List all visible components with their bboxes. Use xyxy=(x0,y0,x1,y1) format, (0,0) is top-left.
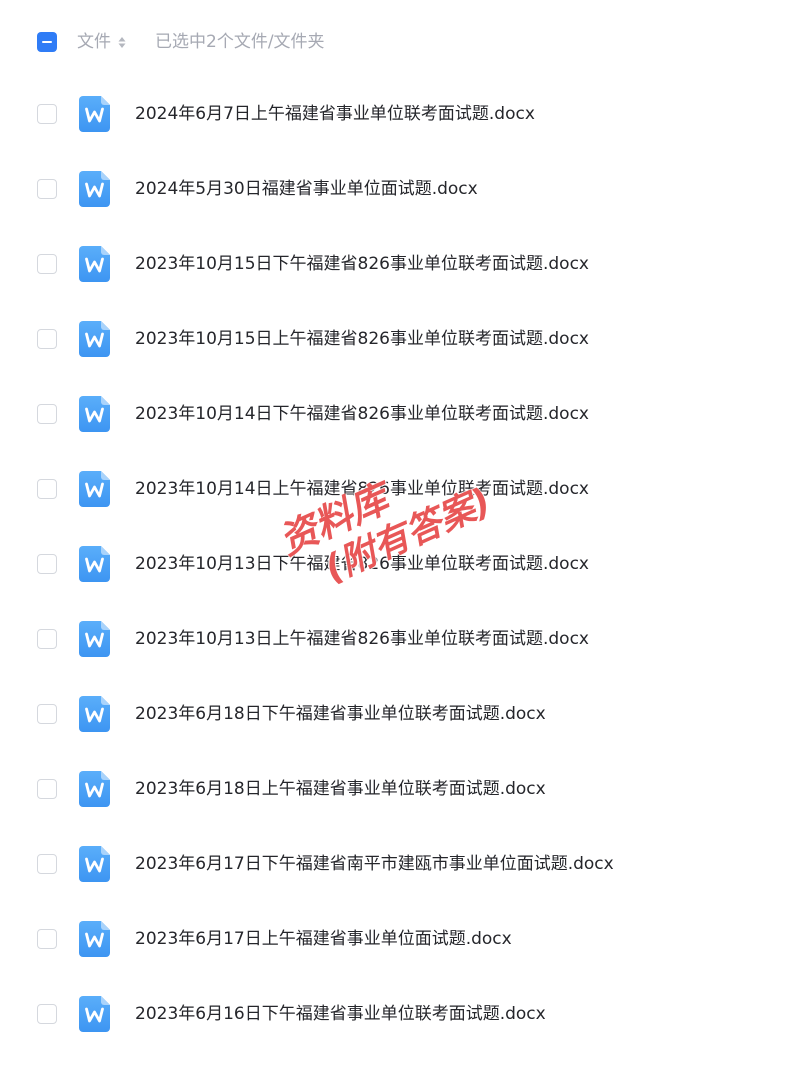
word-doc-icon xyxy=(79,171,110,207)
row-checkbox[interactable] xyxy=(37,404,57,424)
file-row[interactable]: 2023年6月17日上午福建省事业单位面试题.docx xyxy=(0,902,800,977)
file-name[interactable]: 2023年10月13日下午福建省826事业单位联考面试题.docx xyxy=(135,553,589,575)
file-name[interactable]: 2023年6月17日下午福建省南平市建瓯市事业单位面试题.docx xyxy=(135,853,614,875)
sort-icon[interactable] xyxy=(118,36,126,49)
file-name[interactable]: 2023年10月15日上午福建省826事业单位联考面试题.docx xyxy=(135,328,589,350)
row-checkbox[interactable] xyxy=(37,1004,57,1024)
file-name[interactable]: 2024年5月30日福建省事业单位面试题.docx xyxy=(135,178,478,200)
file-row[interactable]: 2023年10月13日下午福建省826事业单位联考面试题.docx xyxy=(0,527,800,602)
word-doc-icon xyxy=(79,96,110,132)
file-name[interactable]: 2023年10月15日下午福建省826事业单位联考面试题.docx xyxy=(135,253,589,275)
file-row[interactable]: 2023年6月18日下午福建省事业单位联考面试题.docx xyxy=(0,677,800,752)
file-name[interactable]: 2023年6月17日上午福建省事业单位面试题.docx xyxy=(135,928,512,950)
file-row[interactable]: 2023年10月14日上午福建省826事业单位联考面试题.docx xyxy=(0,452,800,527)
word-doc-icon xyxy=(79,396,110,432)
list-header: 文件 已选中2个文件/文件夹 xyxy=(0,22,800,62)
file-name[interactable]: 2023年10月14日上午福建省826事业单位联考面试题.docx xyxy=(135,478,589,500)
row-checkbox[interactable] xyxy=(37,929,57,949)
row-checkbox[interactable] xyxy=(37,329,57,349)
file-row[interactable]: 2024年6月7日上午福建省事业单位联考面试题.docx xyxy=(0,77,800,152)
selection-status: 已选中2个文件/文件夹 xyxy=(155,32,325,52)
word-doc-icon xyxy=(79,771,110,807)
row-checkbox[interactable] xyxy=(37,104,57,124)
file-name[interactable]: 2023年6月18日下午福建省事业单位联考面试题.docx xyxy=(135,703,546,725)
row-checkbox[interactable] xyxy=(37,704,57,724)
file-row[interactable]: 2023年6月16日下午福建省事业单位联考面试题.docx xyxy=(0,977,800,1052)
file-row[interactable]: 2023年10月14日下午福建省826事业单位联考面试题.docx xyxy=(0,377,800,452)
file-name[interactable]: 2024年6月7日上午福建省事业单位联考面试题.docx xyxy=(135,103,535,125)
row-checkbox[interactable] xyxy=(37,254,57,274)
file-row[interactable]: 2023年10月15日下午福建省826事业单位联考面试题.docx xyxy=(0,227,800,302)
word-doc-icon xyxy=(79,996,110,1032)
word-doc-icon xyxy=(79,246,110,282)
column-header-name[interactable]: 文件 xyxy=(77,31,111,53)
file-row[interactable]: 2023年10月13日上午福建省826事业单位联考面试题.docx xyxy=(0,602,800,677)
file-row[interactable]: 2023年6月17日下午福建省南平市建瓯市事业单位面试题.docx xyxy=(0,827,800,902)
row-checkbox[interactable] xyxy=(37,854,57,874)
word-doc-icon xyxy=(79,846,110,882)
file-name[interactable]: 2023年6月18日上午福建省事业单位联考面试题.docx xyxy=(135,778,546,800)
row-checkbox[interactable] xyxy=(37,629,57,649)
file-row[interactable]: 2023年6月18日上午福建省事业单位联考面试题.docx xyxy=(0,752,800,827)
file-name[interactable]: 2023年10月14日下午福建省826事业单位联考面试题.docx xyxy=(135,403,589,425)
file-name[interactable]: 2023年10月13日上午福建省826事业单位联考面试题.docx xyxy=(135,628,589,650)
file-name[interactable]: 2023年6月16日下午福建省事业单位联考面试题.docx xyxy=(135,1003,546,1025)
select-all-checkbox[interactable] xyxy=(37,32,57,52)
file-list-page: 文件 已选中2个文件/文件夹 2024年6月7日上午福建省事业单位联考面试题.d… xyxy=(0,0,800,1068)
file-row[interactable]: 2024年5月30日福建省事业单位面试题.docx xyxy=(0,152,800,227)
row-checkbox[interactable] xyxy=(37,779,57,799)
word-doc-icon xyxy=(79,921,110,957)
row-checkbox[interactable] xyxy=(37,554,57,574)
word-doc-icon xyxy=(79,621,110,657)
word-doc-icon xyxy=(79,321,110,357)
file-list: 2024年6月7日上午福建省事业单位联考面试题.docx 2024年5月30日福建… xyxy=(0,77,800,1052)
word-doc-icon xyxy=(79,546,110,582)
word-doc-icon xyxy=(79,696,110,732)
word-doc-icon xyxy=(79,471,110,507)
file-row[interactable]: 2023年10月15日上午福建省826事业单位联考面试题.docx xyxy=(0,302,800,377)
row-checkbox[interactable] xyxy=(37,179,57,199)
row-checkbox[interactable] xyxy=(37,479,57,499)
